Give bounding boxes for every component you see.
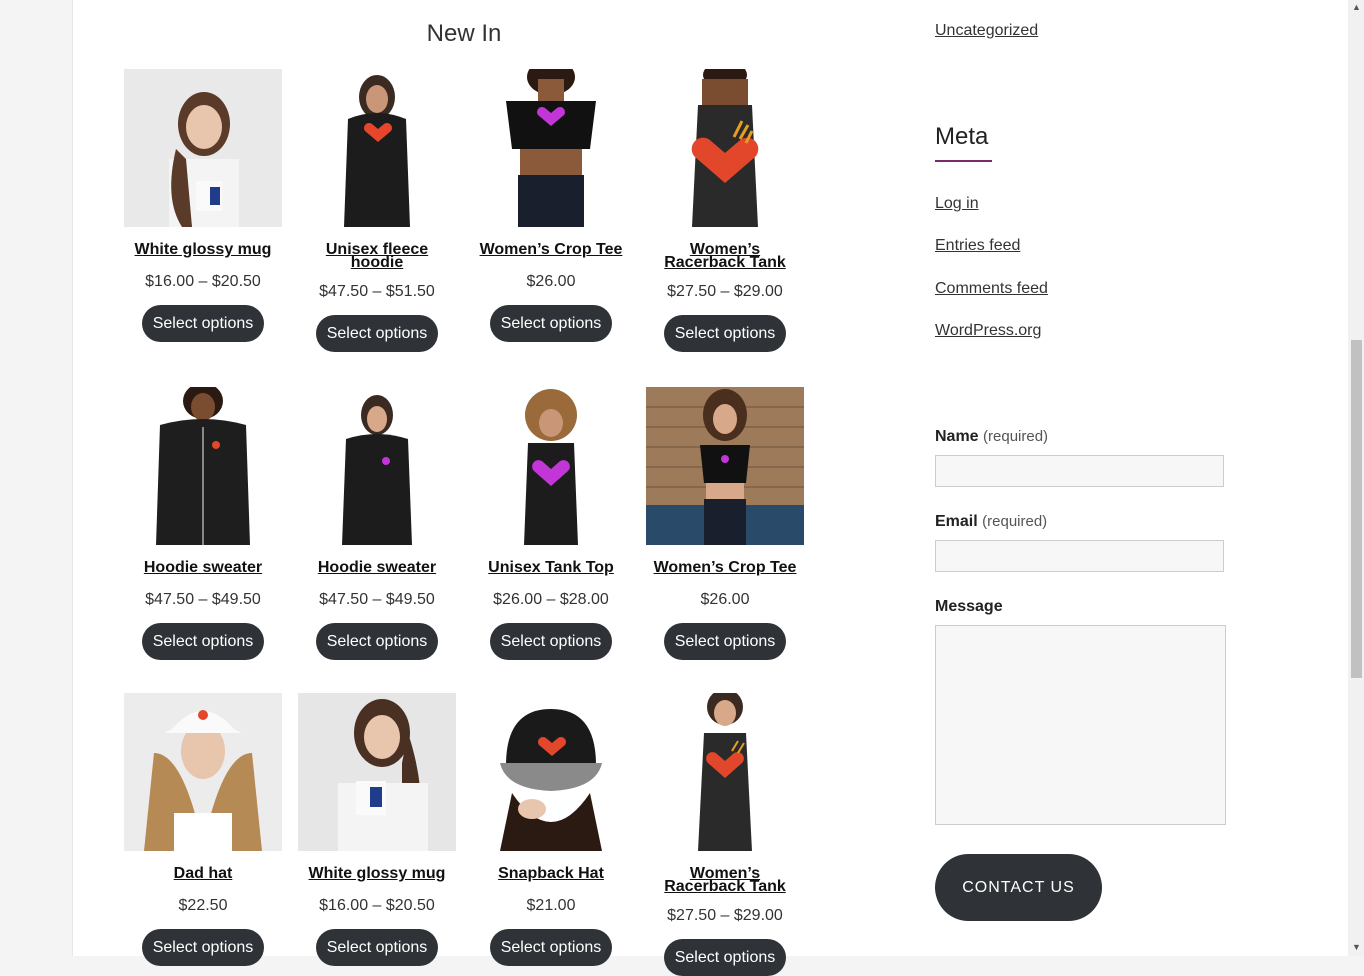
section-title: New In	[426, 20, 502, 47]
name-label: Name (required)	[935, 428, 1048, 446]
meta-link-comments-feed[interactable]: Comments feed	[935, 280, 1048, 298]
product-title[interactable]: Women’s Racerback Tank	[646, 242, 804, 271]
product-title[interactable]: Unisex Tank Top	[472, 559, 630, 577]
name-required-text: (required)	[983, 428, 1049, 445]
email-field[interactable]	[935, 540, 1224, 572]
product-price: $26.00	[526, 273, 576, 290]
product-card: Women’s Crop Tee $26.00 Select options	[472, 69, 630, 342]
select-options-button[interactable]: Select options	[141, 305, 265, 342]
product-card: White glossy mug $16.00 – $20.50 Select …	[124, 69, 282, 342]
meta-widget-title: Meta	[935, 123, 989, 150]
scroll-up-arrow-icon[interactable]: ▲	[1352, 2, 1361, 12]
product-price: $26.00 – $28.00	[493, 591, 609, 608]
product-title[interactable]: White glossy mug	[124, 241, 282, 259]
product-card: Unisex fleece hoodie $47.50 – $51.50 Sel…	[298, 69, 456, 352]
select-options-button[interactable]: Select options	[315, 315, 439, 352]
meta-title-underline	[935, 160, 992, 162]
product-title[interactable]: Hoodie sweater	[298, 559, 456, 577]
product-price: $16.00 – $20.50	[145, 273, 261, 290]
product-image-racerback[interactable]	[646, 693, 804, 851]
product-image-snapback-hat[interactable]	[472, 693, 630, 851]
message-label-text: Message	[935, 598, 1003, 615]
name-field[interactable]	[935, 455, 1224, 487]
meta-link-log-in[interactable]: Log in	[935, 195, 979, 213]
select-options-button[interactable]: Select options	[489, 929, 613, 966]
product-card: Snapback Hat $21.00 Select options	[472, 693, 630, 966]
product-card: Women’s Racerback Tank $27.50 – $29.00 S…	[646, 693, 804, 976]
message-textarea[interactable]	[935, 625, 1226, 825]
select-options-button[interactable]: Select options	[663, 315, 787, 352]
meta-link-entries-feed[interactable]: Entries feed	[935, 237, 1020, 255]
select-options-button[interactable]: Select options	[489, 305, 613, 342]
email-label: Email (required)	[935, 513, 1047, 531]
product-price: $47.50 – $49.50	[145, 591, 261, 608]
scrollbar-thumb[interactable]	[1351, 340, 1362, 678]
email-label-text: Email	[935, 513, 978, 530]
product-image-mug[interactable]	[124, 69, 282, 227]
product-price: $27.50 – $29.00	[667, 907, 783, 924]
category-link-uncategorized[interactable]: Uncategorized	[935, 22, 1038, 40]
select-options-button[interactable]: Select options	[489, 623, 613, 660]
product-title[interactable]: Unisex fleece hoodie	[298, 242, 456, 271]
product-image-hoodie-sweater[interactable]	[124, 387, 282, 545]
select-options-button[interactable]: Select options	[315, 929, 439, 966]
meta-link-wordpress-org[interactable]: WordPress.org	[935, 322, 1041, 340]
contact-us-button[interactable]: CONTACT US	[935, 854, 1102, 921]
page-scrollbar[interactable]: ▲ ▼	[1348, 0, 1364, 956]
product-image-crop-tee[interactable]	[472, 69, 630, 227]
email-required-text: (required)	[982, 513, 1048, 530]
product-card: White glossy mug $16.00 – $20.50 Select …	[298, 693, 456, 966]
product-price: $26.00	[700, 591, 750, 608]
product-price: $47.50 – $49.50	[319, 591, 435, 608]
product-price: $22.50	[178, 897, 228, 914]
message-label: Message	[935, 598, 1003, 616]
select-options-button[interactable]: Select options	[663, 939, 787, 976]
product-title[interactable]: Women’s Crop Tee	[646, 559, 804, 577]
product-image-dad-hat[interactable]	[124, 693, 282, 851]
product-title[interactable]: Snapback Hat	[472, 865, 630, 883]
product-card: Women’s Racerback Tank $27.50 – $29.00 S…	[646, 69, 804, 352]
product-title[interactable]: Hoodie sweater	[124, 559, 282, 577]
product-title[interactable]: Dad hat	[124, 865, 282, 883]
product-price: $27.50 – $29.00	[667, 283, 783, 300]
product-price: $47.50 – $51.50	[319, 283, 435, 300]
product-title[interactable]: Women’s Crop Tee	[472, 241, 630, 259]
product-image-crop-tee-brick[interactable]	[646, 387, 804, 545]
product-card: Dad hat $22.50 Select options	[124, 693, 282, 966]
select-options-button[interactable]: Select options	[141, 623, 265, 660]
main-content: New In White glossy mug $16.00 – $20.50 …	[72, 0, 856, 976]
product-title[interactable]: White glossy mug	[298, 865, 456, 883]
select-options-button[interactable]: Select options	[315, 623, 439, 660]
product-image-tank-top[interactable]	[472, 387, 630, 545]
product-card: Unisex Tank Top $26.00 – $28.00 Select o…	[472, 387, 630, 660]
product-image-mug[interactable]	[298, 693, 456, 851]
select-options-button[interactable]: Select options	[141, 929, 265, 966]
product-card: Hoodie sweater $47.50 – $49.50 Select op…	[124, 387, 282, 660]
product-title[interactable]: Women’s Racerback Tank	[646, 866, 804, 895]
select-options-button[interactable]: Select options	[663, 623, 787, 660]
product-image-racerback[interactable]	[646, 69, 804, 227]
product-image-hoodie[interactable]	[298, 69, 456, 227]
sidebar: Uncategorized Meta Log in Entries feed C…	[855, 0, 1348, 956]
product-card: Women’s Crop Tee $26.00 Select options	[646, 387, 804, 660]
product-card: Hoodie sweater $47.50 – $49.50 Select op…	[298, 387, 456, 660]
name-label-text: Name	[935, 428, 979, 445]
product-price: $16.00 – $20.50	[319, 897, 435, 914]
scroll-down-arrow-icon[interactable]: ▼	[1352, 942, 1361, 952]
product-price: $21.00	[526, 897, 576, 914]
product-image-hoodie-sweater[interactable]	[298, 387, 456, 545]
